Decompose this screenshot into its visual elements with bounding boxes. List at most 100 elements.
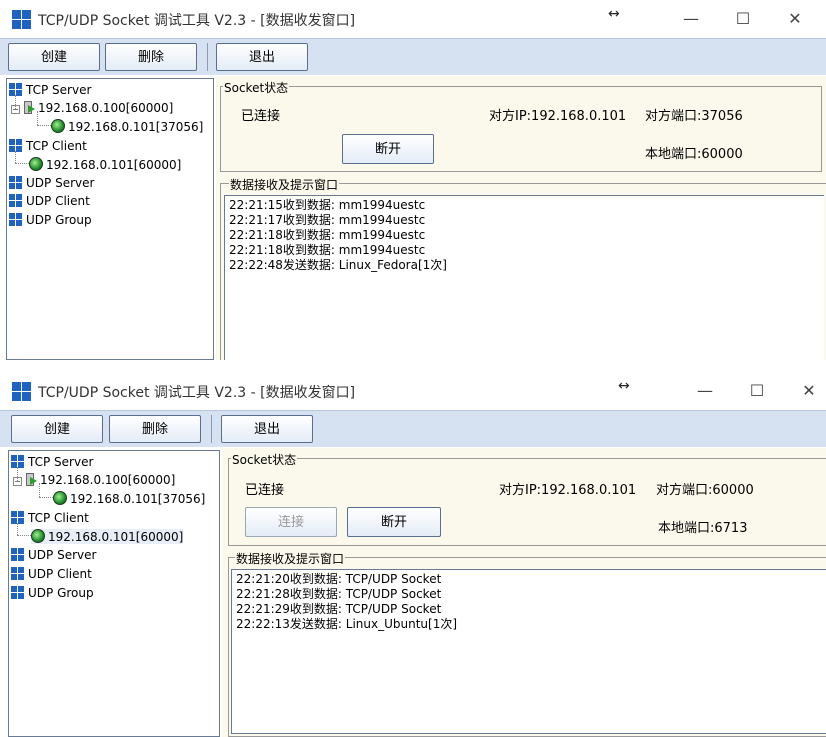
close-button[interactable]: ✕: [780, 7, 810, 31]
receive-group: 数据接收及提示窗口 22:21:20收到数据: TCP/UDP Socket 2…: [228, 550, 826, 737]
tree-item-label: 192.168.0.100[60000]: [38, 101, 174, 115]
create-button[interactable]: 创建: [11, 415, 103, 443]
remote-port: 对方端口:60000: [656, 483, 754, 498]
receive-log-textarea[interactable]: 22:21:20收到数据: TCP/UDP Socket 22:21:28收到数…: [231, 569, 826, 734]
tree-item-label: UDP Group: [28, 586, 94, 600]
window-gap: [0, 360, 826, 372]
tree-item-server-node[interactable]: − 192.168.0.100[60000]: [13, 473, 175, 487]
app-logo-icon: [12, 382, 31, 401]
receive-log-textarea[interactable]: 22:21:15收到数据: mm1994uestc 22:21:17收到数据: …: [224, 195, 824, 360]
tree-item-udp-client[interactable]: UDP Client: [9, 194, 90, 208]
maximize-button[interactable]: ☐: [742, 379, 772, 403]
tcp-client-icon: [11, 511, 24, 524]
connect-button[interactable]: 连接: [245, 507, 337, 537]
tree-item-label: UDP Client: [28, 567, 92, 581]
tree-item-label: 192.168.0.101[60000]: [48, 530, 184, 544]
socket-status-group: Socket状态 已连接 对方IP:192.168.0.101 对方端口:370…: [220, 79, 822, 172]
minimize-button[interactable]: —: [690, 379, 720, 403]
socket-status-group: Socket状态 已连接 对方IP:192.168.0.101 对方端口:600…: [228, 451, 826, 546]
tree-item-label: TCP Client: [28, 511, 89, 525]
tree-item-tcp-server[interactable]: TCP Server: [9, 83, 91, 97]
app-window-1: TCP/UDP Socket 调试工具 V2.3 - [数据收发窗口] ↔ — …: [0, 0, 826, 360]
tree-item-label: TCP Server: [26, 83, 92, 97]
tree-item-udp-server[interactable]: UDP Server: [11, 548, 96, 562]
tree-item-tcp-server[interactable]: TCP Server: [11, 455, 93, 469]
receive-legend: 数据接收及提示窗口: [235, 550, 346, 567]
udp-client-icon: [11, 567, 24, 580]
tree-item-udp-group[interactable]: UDP Group: [11, 586, 94, 600]
tree-item-label: UDP Group: [26, 213, 92, 227]
tree-item-tcp-client[interactable]: TCP Client: [11, 511, 89, 525]
remote-ip: 对方IP:192.168.0.101: [489, 109, 627, 124]
title-bar[interactable]: TCP/UDP Socket 调试工具 V2.3 - [数据收发窗口] ↔ — …: [0, 0, 826, 38]
connection-tree[interactable]: TCP Server − 192.168.0.100[60000] 192.168…: [8, 450, 220, 737]
collapse-toggle-icon[interactable]: −: [13, 477, 22, 486]
data-pane: Socket状态 已连接 对方IP:192.168.0.101 对方端口:370…: [216, 76, 826, 360]
connection-globe-icon: [31, 529, 45, 543]
udp-group-icon: [9, 213, 22, 226]
tree-item-server-child[interactable]: 192.168.0.101[37056]: [51, 119, 203, 134]
exit-button[interactable]: 退出: [221, 415, 313, 443]
tree-line: [37, 125, 51, 126]
tree-item-client-node[interactable]: 192.168.0.101[60000]: [31, 529, 184, 544]
minimize-button[interactable]: —: [676, 7, 706, 31]
toolbar: 创建 删除 退出: [0, 410, 826, 447]
connection-globe-icon: [53, 491, 67, 505]
tree-item-client-node[interactable]: 192.168.0.101[60000]: [29, 157, 181, 172]
remote-ip: 对方IP:192.168.0.101: [499, 483, 637, 498]
toolbar: 创建 删除 退出: [0, 38, 826, 75]
exit-button[interactable]: 退出: [216, 43, 308, 71]
toolbar-separator: [207, 43, 208, 71]
local-port: 本地端口:60000: [645, 147, 743, 162]
create-button[interactable]: 创建: [8, 43, 100, 71]
tree-item-server-node[interactable]: − 192.168.0.100[60000]: [11, 101, 173, 115]
tree-item-udp-group[interactable]: UDP Group: [9, 213, 92, 227]
tree-item-label: UDP Client: [26, 194, 90, 208]
tree-item-label: UDP Server: [28, 548, 97, 562]
delete-button[interactable]: 删除: [105, 43, 197, 71]
tree-item-label: 192.168.0.101[37056]: [70, 492, 206, 506]
tree-line: [17, 535, 31, 536]
tree-item-label: TCP Server: [28, 455, 94, 469]
tree-item-udp-server[interactable]: UDP Server: [9, 176, 94, 190]
disconnect-button[interactable]: 断开: [347, 507, 441, 537]
tcp-client-icon: [9, 139, 22, 152]
tree-item-label: TCP Client: [26, 139, 87, 153]
tree-item-tcp-client[interactable]: TCP Client: [9, 139, 87, 153]
maximize-button[interactable]: ☐: [728, 7, 758, 31]
connection-tree[interactable]: TCP Server − 192.168.0.100[60000] 192.168…: [6, 78, 214, 360]
title-bar[interactable]: TCP/UDP Socket 调试工具 V2.3 - [数据收发窗口] ↔ — …: [0, 372, 826, 410]
tree-item-label: 192.168.0.101[60000]: [46, 158, 182, 172]
close-button[interactable]: ✕: [794, 379, 824, 403]
connection-status: 已连接: [241, 109, 281, 124]
window-title: TCP/UDP Socket 调试工具 V2.3 - [数据收发窗口]: [38, 13, 356, 29]
server-play-icon: [22, 101, 36, 115]
tree-line: [39, 497, 53, 498]
server-play-icon: [24, 473, 38, 487]
app-logo-icon: [12, 10, 31, 29]
tree-item-server-child[interactable]: 192.168.0.101[37056]: [53, 491, 205, 506]
data-pane: Socket状态 已连接 对方IP:192.168.0.101 对方端口:600…: [222, 448, 826, 737]
tree-item-udp-client[interactable]: UDP Client: [11, 567, 92, 581]
tcp-server-icon: [11, 455, 24, 468]
udp-group-icon: [11, 586, 24, 599]
udp-server-icon: [11, 548, 24, 561]
toolbar-separator: [211, 415, 212, 443]
disconnect-button[interactable]: 断开: [342, 134, 434, 164]
local-port: 本地端口:6713: [658, 521, 748, 536]
receive-group: 数据接收及提示窗口 22:21:15收到数据: mm1994uestc 22:2…: [220, 176, 826, 360]
connection-globe-icon: [29, 157, 43, 171]
connection-status: 已连接: [245, 483, 285, 498]
remote-port: 对方端口:37056: [645, 109, 743, 124]
delete-button[interactable]: 删除: [109, 415, 201, 443]
tcp-server-icon: [9, 83, 22, 96]
connection-globe-icon: [51, 119, 65, 133]
collapse-toggle-icon[interactable]: −: [11, 105, 20, 114]
tree-item-label: 192.168.0.101[37056]: [68, 120, 204, 134]
window-title: TCP/UDP Socket 调试工具 V2.3 - [数据收发窗口]: [38, 385, 356, 401]
udp-server-icon: [9, 176, 22, 189]
tree-item-label: 192.168.0.100[60000]: [40, 473, 176, 487]
tree-item-label: UDP Server: [26, 176, 95, 190]
resize-arrows-icon: ↔: [618, 378, 630, 394]
socket-status-legend: Socket状态: [223, 79, 290, 96]
